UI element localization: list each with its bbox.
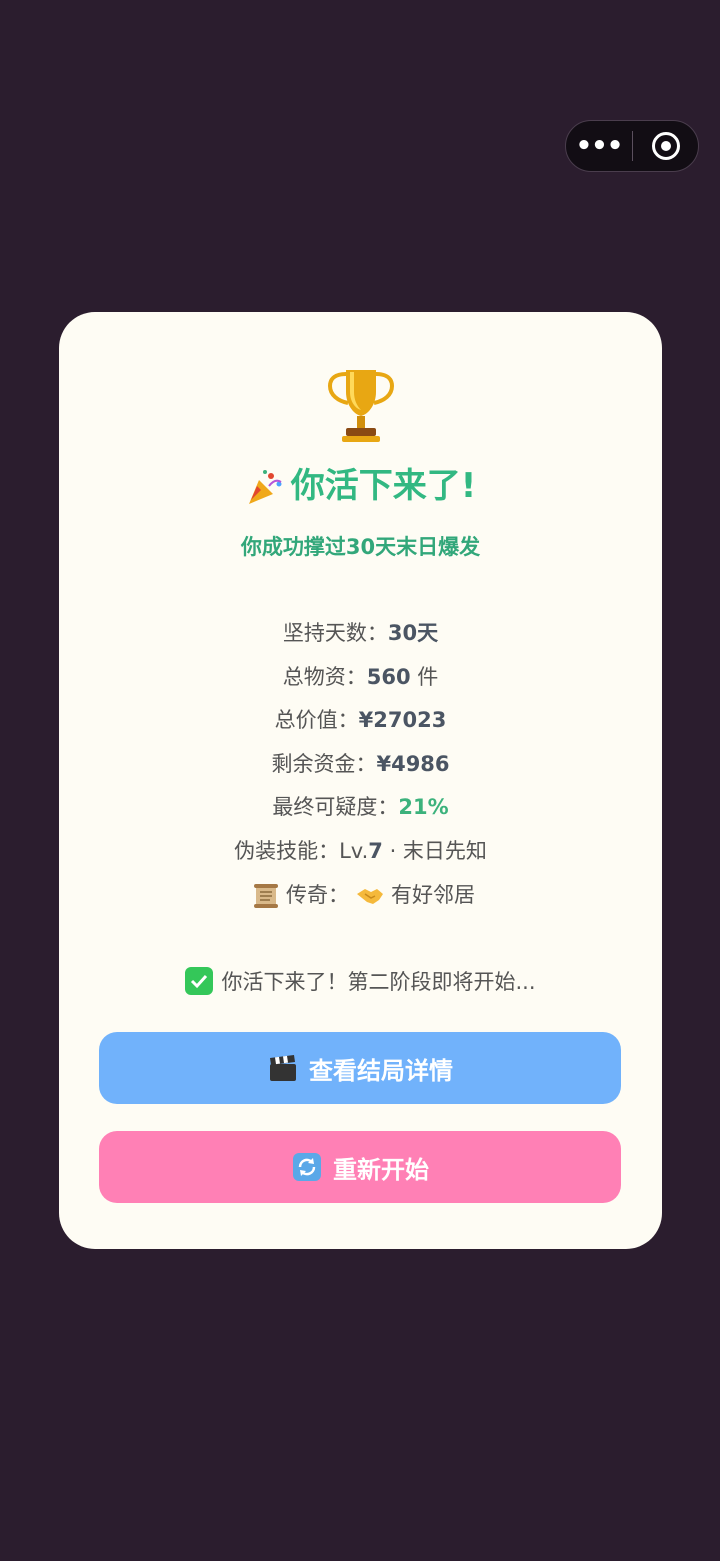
phase-notice-text: 你活下来了！第二阶段即将开始... (221, 970, 536, 994)
refresh-icon (293, 1153, 321, 1181)
stat-funds: 剩余资金：¥4986 (59, 743, 662, 787)
stat-legend-value: 有好邻居 (391, 882, 475, 907)
stat-days-value: 30天 (387, 621, 439, 645)
stat-total-value: 总价值：¥27023 (59, 699, 662, 743)
stat-funds-value: ¥4986 (376, 751, 450, 776)
mini-program-capsule: ••• (565, 120, 699, 172)
stat-skill-label: 伪装技能： (234, 838, 340, 863)
view-ending-details-button[interactable]: 查看结局详情 (99, 1032, 621, 1104)
stat-legend-label: 传奇： (286, 882, 349, 907)
close-button[interactable] (633, 121, 698, 171)
stat-supplies: 总物资：560 件 (59, 656, 662, 700)
party-popper-icon (248, 469, 282, 504)
result-title-text: 你活下来了! (290, 466, 477, 506)
close-target-icon (651, 132, 680, 160)
check-icon (185, 967, 214, 995)
stat-skill: 伪装技能：Lv.7 · 末日先知 (59, 830, 662, 874)
restart-label: 重新开始 (333, 1155, 429, 1184)
stat-supplies-value: 560 (366, 664, 411, 689)
result-subtitle: 你成功撑过30天末日爆发 (240, 535, 481, 559)
result-card: 你活下来了! 你成功撑过30天末日爆发 坚持天数：30天 总物资：560 件 总… (59, 312, 662, 1249)
restart-button[interactable]: 重新开始 (99, 1131, 621, 1203)
stat-skill-prefix: Lv. (339, 838, 369, 863)
stat-supplies-unit: 件 (410, 664, 439, 689)
more-icon: ••• (575, 131, 624, 161)
stat-days-label: 坚持天数： (282, 621, 388, 645)
stat-skill-suffix: · 末日先知 (382, 838, 487, 863)
stat-skill-level: 7 (368, 838, 383, 863)
handshake-icon (357, 888, 383, 904)
stats-list: 坚持天数：30天 总物资：560 件 总价值：¥27023 剩余资金：¥4986… (59, 612, 662, 917)
stat-suspicion: 最终可疑度：21% (59, 786, 662, 830)
phase-notice: 你活下来了！第二阶段即将开始... (59, 962, 662, 1002)
more-button[interactable]: ••• (566, 121, 632, 171)
clapper-icon (270, 1055, 296, 1081)
stat-legend: 传奇： 有好邻居 (59, 874, 662, 918)
view-ending-details-label: 查看结局详情 (309, 1056, 453, 1085)
result-title: 你活下来了! (59, 462, 662, 510)
stat-funds-label: 剩余资金： (271, 751, 377, 776)
stat-days: 坚持天数：30天 (59, 612, 662, 656)
stat-suspicion-label: 最终可疑度： (272, 795, 399, 820)
trophy-icon (327, 370, 395, 442)
stat-total-value-value: ¥27023 (358, 708, 447, 733)
stat-supplies-label: 总物资： (282, 664, 367, 689)
stat-total-value-label: 总价值： (274, 708, 359, 733)
scroll-icon (254, 883, 278, 908)
stat-suspicion-value: 21% (398, 795, 449, 820)
